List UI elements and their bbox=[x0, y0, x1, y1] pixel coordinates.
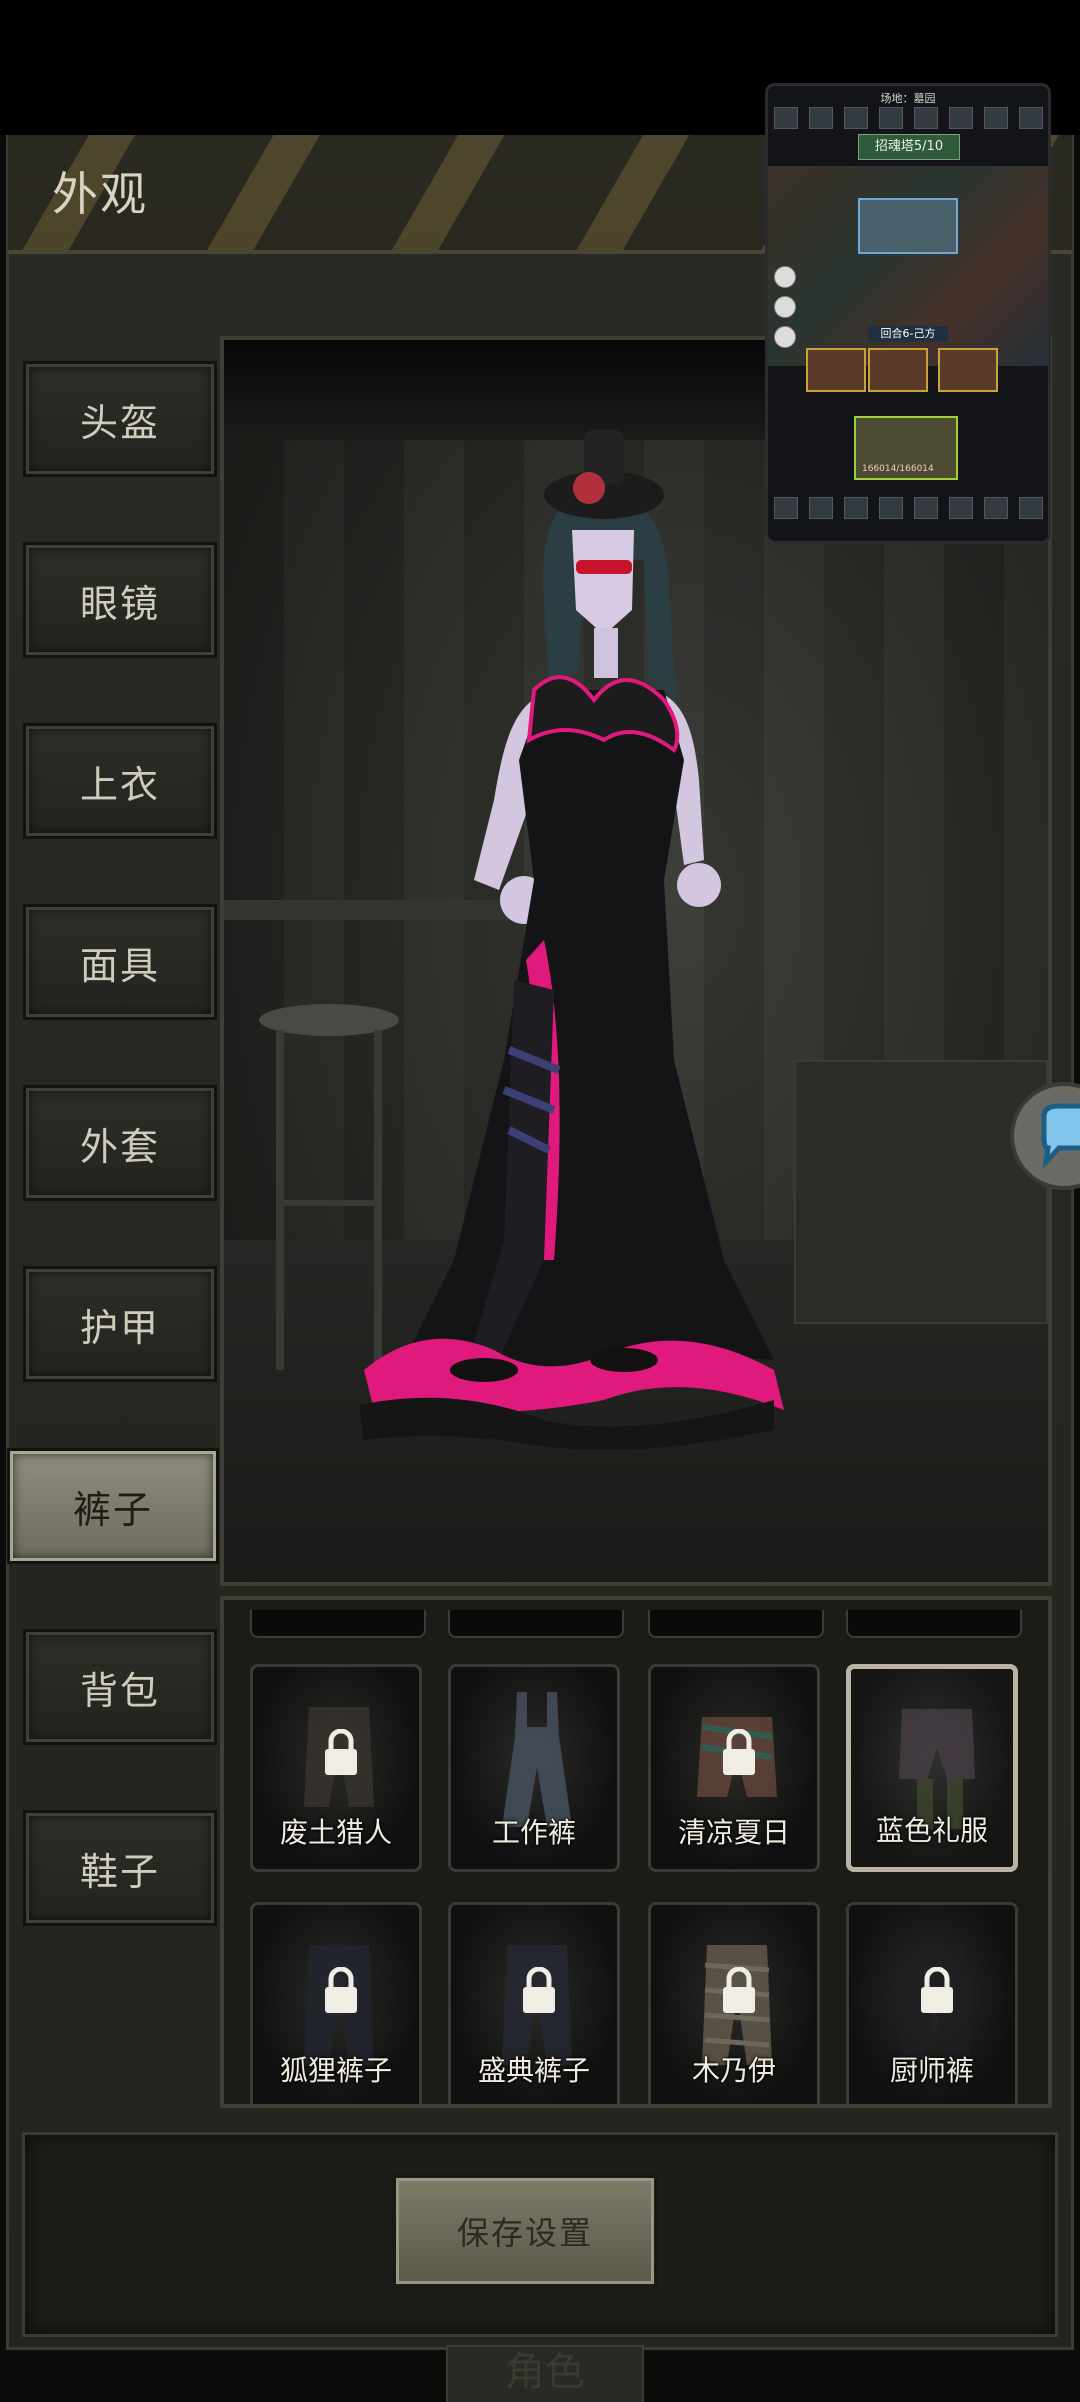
lock-icon bbox=[325, 1729, 357, 1775]
mini-bottom-row bbox=[768, 496, 1048, 520]
nav-armor[interactable]: 护甲 bbox=[26, 1269, 214, 1379]
mini-unit-card bbox=[938, 348, 998, 392]
nav-shoes[interactable]: 鞋子 bbox=[26, 1813, 214, 1923]
bottom-tab-peek[interactable]: 角色 bbox=[446, 2345, 644, 2402]
mini-unit-card bbox=[806, 348, 866, 392]
nav-pants[interactable]: 裤子 bbox=[10, 1451, 216, 1561]
mini-arena-label: 场地：墓园 bbox=[880, 92, 936, 105]
lock-icon bbox=[723, 1967, 755, 2013]
mini-unit-card bbox=[868, 348, 928, 392]
nav-helmet[interactable]: 头盔 bbox=[26, 364, 214, 474]
lock-icon bbox=[325, 1967, 357, 2013]
item-label: 狐狸裤子 bbox=[279, 2054, 392, 2087]
item-slot[interactable]: 厨师裤 bbox=[846, 1902, 1018, 2104]
item-label: 工作裤 bbox=[491, 1816, 576, 1849]
lock-icon bbox=[723, 1729, 755, 1775]
mini-banner: 招魂塔5/10 bbox=[858, 134, 960, 160]
chat-icon bbox=[1041, 1103, 1080, 1170]
previous-row-slot bbox=[648, 1610, 824, 1638]
item-slot[interactable]: 废土猎人 bbox=[250, 1664, 422, 1872]
music-icon[interactable] bbox=[774, 326, 796, 348]
item-slot[interactable]: 工作裤 bbox=[448, 1664, 620, 1872]
sound-icon[interactable] bbox=[774, 296, 796, 318]
mini-enemy-card bbox=[858, 198, 958, 254]
item-label: 清凉夏日 bbox=[677, 1816, 790, 1849]
previous-row-slot bbox=[846, 1610, 1022, 1638]
item-label: 木乃伊 bbox=[691, 2054, 776, 2087]
menu-icon[interactable] bbox=[774, 266, 796, 288]
item-label: 厨师裤 bbox=[889, 2054, 974, 2087]
mini-round-label: 回合6-己方 bbox=[868, 326, 948, 342]
item-slot[interactable]: 狐狸裤子 bbox=[250, 1902, 422, 2104]
floating-game-window[interactable]: 场地：墓园 招魂塔5/10 回合6-己方 166014/166014 bbox=[765, 83, 1051, 544]
item-label: 蓝色礼服 bbox=[875, 1814, 988, 1847]
item-slot-selected[interactable]: 蓝色礼服 bbox=[846, 1664, 1018, 1872]
page-title: 外观 bbox=[52, 167, 148, 221]
previous-row-slot bbox=[250, 1610, 426, 1638]
lock-icon bbox=[523, 1967, 555, 2013]
nav-top[interactable]: 上衣 bbox=[26, 726, 214, 836]
mini-top-row bbox=[768, 106, 1048, 130]
nav-backpack[interactable]: 背包 bbox=[26, 1632, 214, 1742]
previous-row-slot bbox=[448, 1610, 624, 1638]
item-label: 盛典裤子 bbox=[477, 2054, 590, 2087]
nav-mask[interactable]: 面具 bbox=[26, 907, 214, 1017]
save-settings-button[interactable]: 保存设置 bbox=[396, 2178, 654, 2284]
item-label: 废土猎人 bbox=[279, 1816, 392, 1849]
lock-icon bbox=[921, 1967, 953, 2013]
mini-boss-hp: 166014/166014 bbox=[862, 464, 934, 474]
item-slot[interactable]: 盛典裤子 bbox=[448, 1902, 620, 2104]
item-grid: 废土猎人 工作裤 清凉夏日 蓝色礼服 狐狸裤子 盛典裤子 木乃伊 厨师裤 bbox=[220, 1596, 1052, 2108]
nav-glasses[interactable]: 眼镜 bbox=[26, 545, 214, 655]
item-slot[interactable]: 木乃伊 bbox=[648, 1902, 820, 2104]
item-slot[interactable]: 清凉夏日 bbox=[648, 1664, 820, 1872]
nav-coat[interactable]: 外套 bbox=[26, 1088, 214, 1198]
